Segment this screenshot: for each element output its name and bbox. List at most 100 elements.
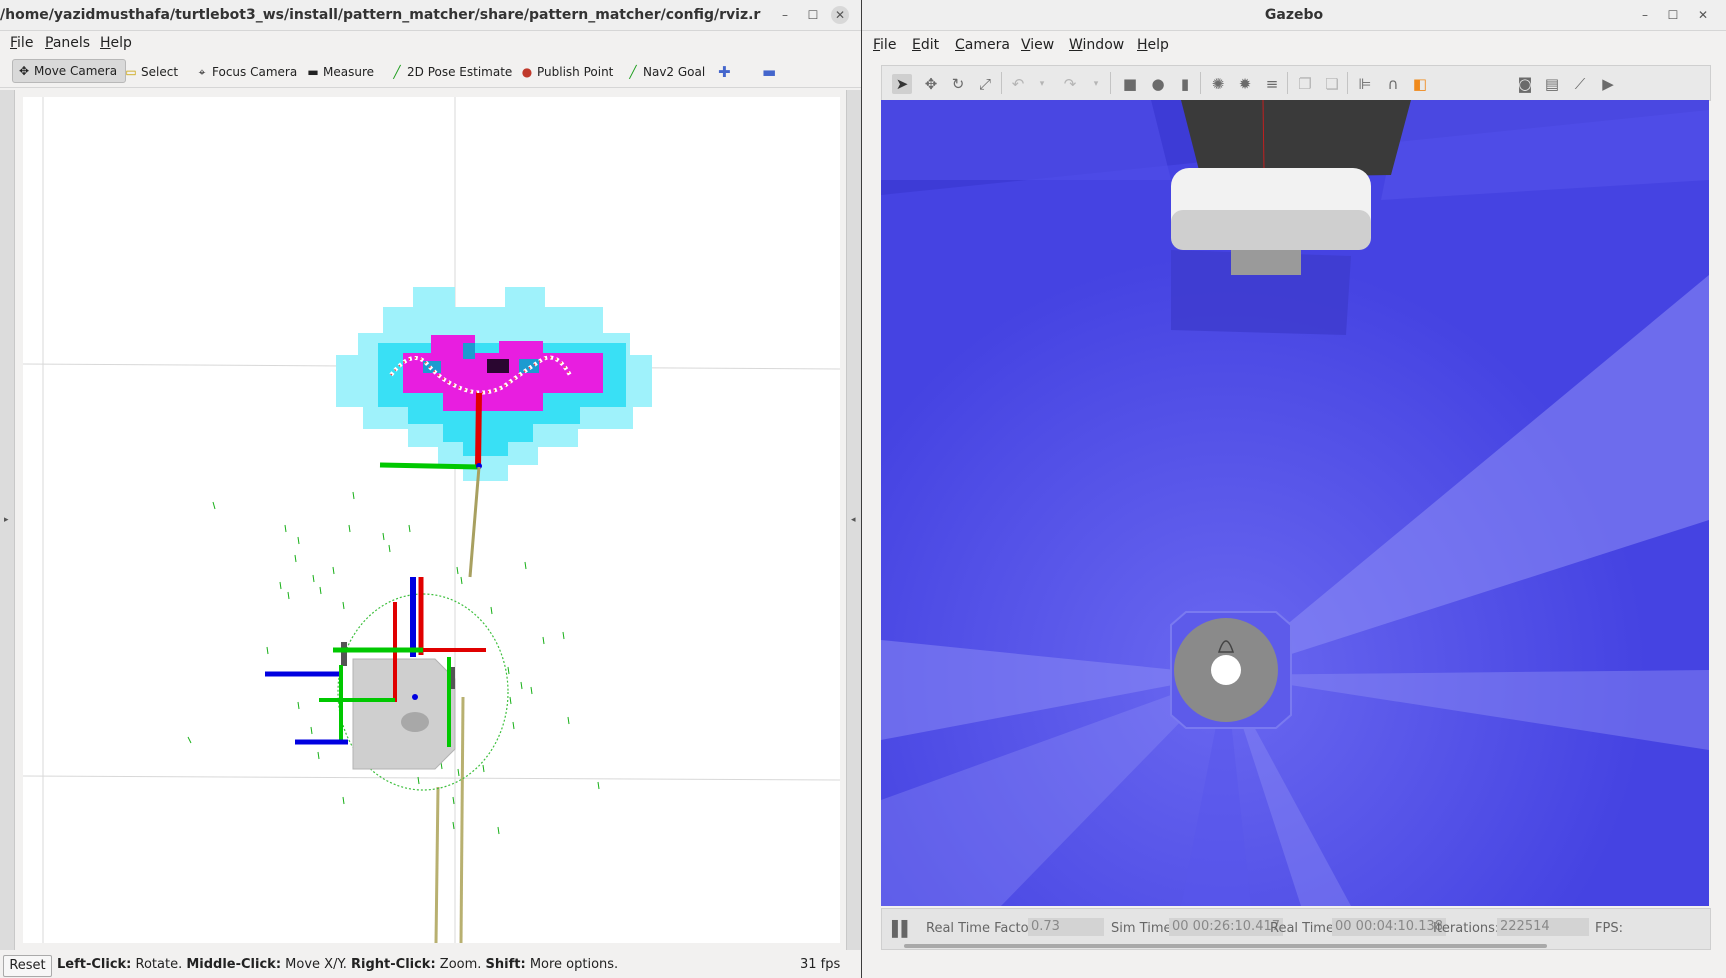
hint-key: Middle-Click: <box>186 957 282 972</box>
wheel-left <box>341 642 347 666</box>
copy-icon[interactable]: ❐ <box>1295 74 1315 94</box>
hint-text: More options. <box>525 957 619 972</box>
select-icon: ▭ <box>125 65 137 79</box>
translate-mode-icon[interactable]: ✥ <box>921 74 941 94</box>
obstacle-box-side <box>1171 210 1371 250</box>
rviz-3d-view[interactable] <box>22 97 841 944</box>
rviz-scene-svg[interactable] <box>22 97 841 944</box>
reset-button[interactable]: Reset <box>3 955 52 977</box>
tf-link <box>459 696 465 944</box>
sphere-shape-icon[interactable]: ● <box>1148 74 1168 94</box>
close-icon[interactable]: ✕ <box>831 6 849 24</box>
remove-tool-icon[interactable]: ▬ <box>762 61 776 83</box>
menu-file[interactable]: File <box>10 35 33 51</box>
toolbar-separator <box>1287 72 1288 94</box>
pose-estimate-label: 2D Pose Estimate <box>407 65 513 79</box>
mouse-hint: Left-Click: Rotate. Middle-Click: Move X… <box>57 957 618 972</box>
undo-icon[interactable]: ↶ <box>1008 74 1028 94</box>
cylinder-shape-icon[interactable]: ▮ <box>1175 74 1195 94</box>
hint-key: Right-Click: <box>351 957 436 972</box>
measure-button[interactable]: ▬ Measure <box>306 61 374 83</box>
snap-icon[interactable]: ∩ <box>1383 74 1403 94</box>
obstacle-base <box>1231 250 1301 275</box>
wall-left <box>881 100 1171 180</box>
directional-light-icon[interactable]: ≡ <box>1262 74 1282 94</box>
menu-file[interactable]: File <box>873 37 896 53</box>
paste-icon[interactable]: ❏ <box>1322 74 1342 94</box>
pose-estimate-button[interactable]: ╱ 2D Pose Estimate <box>390 61 512 83</box>
menu-edit-label: dit <box>920 37 940 53</box>
gazebo-bottombar: ▌▌ Real Time Factor: 0.73 Sim Time: 00 0… <box>881 908 1711 950</box>
rviz-fps: 31 fps <box>800 957 841 972</box>
minimize-icon[interactable]: – <box>1636 6 1654 24</box>
maximize-icon[interactable]: ☐ <box>804 6 822 24</box>
menu-edit-accel: E <box>912 37 921 53</box>
gazebo-scene-svg[interactable] <box>881 100 1709 906</box>
redo-dropdown-icon[interactable]: ▾ <box>1086 74 1106 94</box>
change-view-icon[interactable]: ◧ <box>1410 74 1430 94</box>
select-mode-icon[interactable]: ➤ <box>892 74 912 94</box>
horizontal-scrollbar[interactable] <box>904 944 1547 948</box>
menu-window[interactable]: Window <box>1069 37 1124 53</box>
focus-camera-label: Focus Camera <box>212 65 298 79</box>
scale-mode-icon[interactable]: ⤢ <box>975 74 995 94</box>
gazebo-3d-scene[interactable] <box>881 100 1709 906</box>
nav2-goal-icon: ╱ <box>629 65 637 79</box>
menu-camera[interactable]: Camera <box>955 37 1010 53</box>
menu-view[interactable]: View <box>1021 37 1054 53</box>
redo-icon[interactable]: ↷ <box>1060 74 1080 94</box>
gazebo-titlebar[interactable]: Gazebo – ☐ ✕ <box>862 0 1726 31</box>
minimize-icon[interactable]: – <box>776 6 794 24</box>
sim-time-label: Sim Time: <box>1111 921 1176 936</box>
align-icon[interactable]: ⊫ <box>1355 74 1375 94</box>
rotate-mode-icon[interactable]: ↻ <box>948 74 968 94</box>
close-icon[interactable]: ✕ <box>1694 6 1712 24</box>
plot-icon[interactable]: ⟋ <box>1570 74 1590 94</box>
menu-file-accel: F <box>10 35 18 51</box>
toolbar-separator <box>1110 72 1111 94</box>
menu-edit[interactable]: Edit <box>912 37 939 53</box>
goal-axis-y <box>379 462 480 470</box>
box-shape-icon[interactable]: ■ <box>1120 74 1140 94</box>
nav2-goal-button[interactable]: ╱ Nav2 Goal <box>626 61 705 83</box>
menu-help[interactable]: Help <box>1137 37 1169 53</box>
right-dock-collapse[interactable]: ◂ <box>846 90 861 950</box>
undo-dropdown-icon[interactable]: ▾ <box>1032 74 1052 94</box>
focus-camera-icon: ⌖ <box>198 65 206 79</box>
iterations-value: 222514 <box>1497 918 1589 936</box>
move-camera-icon: ✥ <box>18 64 30 78</box>
menu-panels-accel: P <box>45 35 53 51</box>
toolbar-separator <box>1001 72 1002 94</box>
menu-view-label: iew <box>1030 37 1055 53</box>
rtf-value: 0.73 <box>1028 918 1104 936</box>
menu-help-accel: H <box>1137 37 1148 53</box>
menu-help[interactable]: Help <box>100 35 132 51</box>
screenshot-icon[interactable]: ◙ <box>1515 74 1535 94</box>
focus-camera-button[interactable]: ⌖ Focus Camera <box>195 61 298 83</box>
menu-help-accel: H <box>100 35 111 51</box>
move-camera-label: Move Camera <box>34 64 118 78</box>
rviz-toolbar: ✥ Move Camera ▭ Select ⌖ Focus Camera ▬ Meas… <box>0 55 861 88</box>
costmap-blob <box>336 287 652 481</box>
maximize-icon[interactable]: ☐ <box>1664 6 1682 24</box>
pause-icon[interactable]: ▌▌ <box>892 920 913 938</box>
dark-wall-gap <box>1181 100 1411 178</box>
left-dock-collapse[interactable]: ▸ <box>0 90 15 950</box>
publish-point-label: Publish Point <box>537 65 614 79</box>
hint-text: Rotate. <box>131 957 187 972</box>
rviz-titlebar[interactable]: /home/yazidmusthafa/turtlebot3_ws/instal… <box>0 0 861 31</box>
hint-text: Move X/Y. <box>281 957 352 972</box>
spot-light-icon[interactable]: ✹ <box>1235 74 1255 94</box>
sim-time-value: 00 00:26:10.417 <box>1169 918 1284 936</box>
menu-panels[interactable]: Panels <box>45 35 90 51</box>
menu-window-accel: W <box>1069 37 1083 53</box>
log-icon[interactable]: ▤ <box>1542 74 1562 94</box>
move-camera-button[interactable]: ✥ Move Camera <box>12 59 127 83</box>
select-button[interactable]: ▭ Select <box>124 61 178 83</box>
video-record-icon[interactable]: ▶ <box>1598 74 1618 94</box>
hint-key: Shift: <box>485 957 526 972</box>
menu-view-accel: V <box>1021 37 1031 53</box>
point-light-icon[interactable]: ✺ <box>1208 74 1228 94</box>
publish-point-button[interactable]: ● Publish Point <box>520 61 614 83</box>
add-tool-icon[interactable]: ✚ <box>718 61 731 83</box>
